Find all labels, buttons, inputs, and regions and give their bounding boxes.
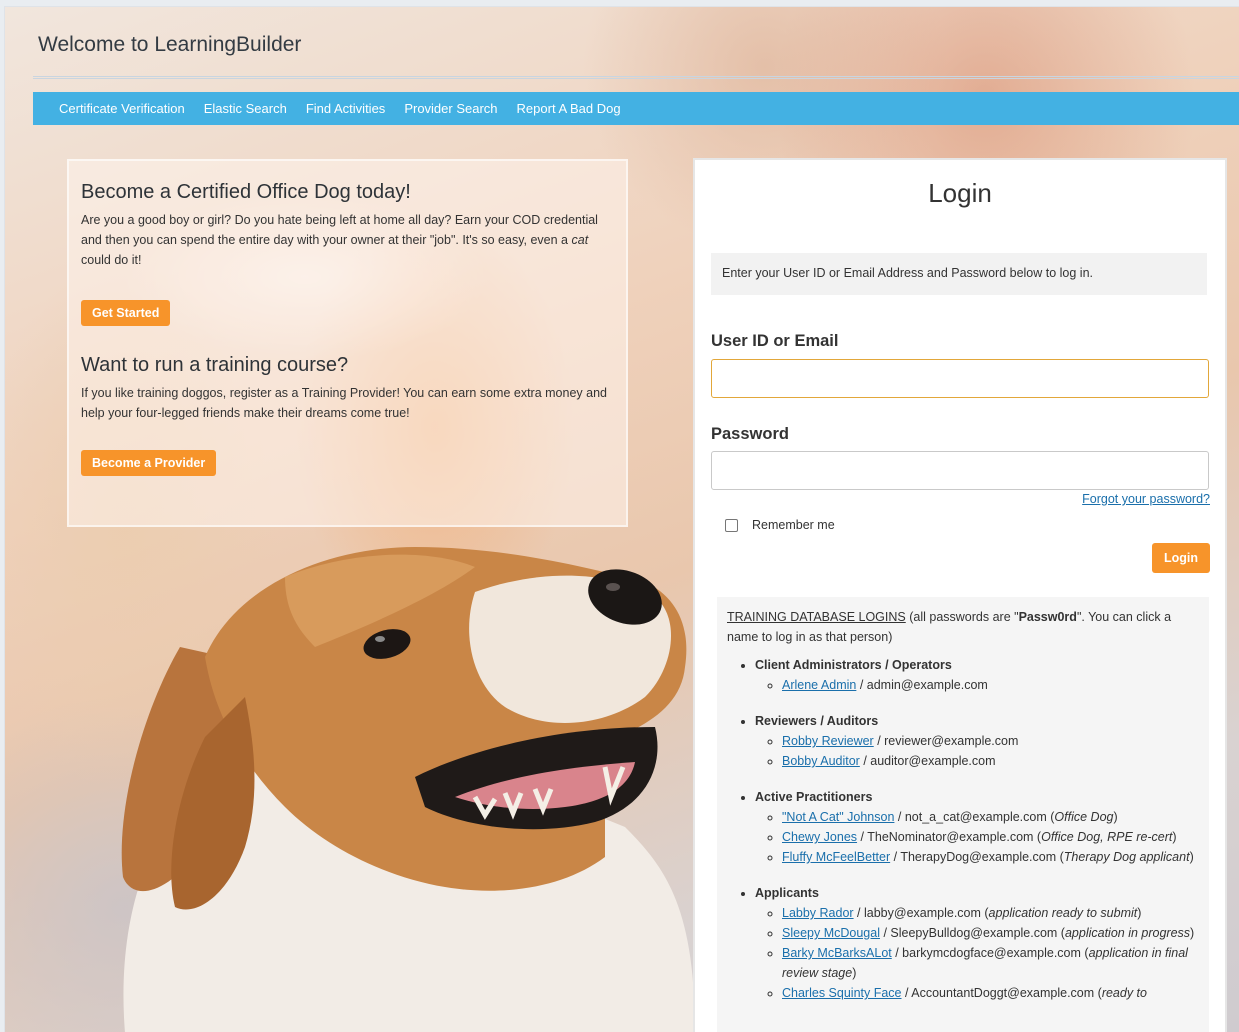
training-user-login-link[interactable]: Bobby Auditor <box>782 754 860 768</box>
training-user-login-link[interactable]: Sleepy McDougal <box>782 926 880 940</box>
training-user-item: Fluffy McFeelBetter / TherapyDog@example… <box>782 847 1199 867</box>
get-started-button[interactable]: Get Started <box>81 300 171 326</box>
training-intro: TRAINING DATABASE LOGINS (all passwords … <box>727 607 1199 647</box>
promo-heading-certified: Become a Certified Office Dog today! <box>81 181 411 203</box>
training-user-list: Robby Reviewer / reviewer@example.comBob… <box>755 731 1199 771</box>
training-heading: TRAINING DATABASE LOGINS <box>727 610 906 624</box>
login-panel: Login Enter your User ID or Email Addres… <box>693 158 1227 1032</box>
login-instructions: Enter your User ID or Email Address and … <box>711 253 1207 295</box>
training-user-email: / TheNominator@example.com ( <box>857 830 1042 844</box>
training-user-item: "Not A Cat" Johnson / not_a_cat@example.… <box>782 807 1199 827</box>
training-user-note: Office Dog <box>1054 810 1114 824</box>
training-user-item: Labby Rador / labby@example.com (applica… <box>782 903 1199 923</box>
training-user-note-close: ) <box>1190 926 1195 940</box>
training-user-email: / admin@example.com <box>856 678 988 692</box>
training-user-login-link[interactable]: Robby Reviewer <box>782 734 874 748</box>
training-user-note-close: ) <box>1137 906 1142 920</box>
training-user-item: Barky McBarksALot / barkymcdogface@examp… <box>782 943 1199 983</box>
page: Welcome to LearningBuilder Certificate V… <box>4 6 1239 1032</box>
promo-heading-provider: Want to run a training course? <box>81 354 349 376</box>
training-user-item: Bobby Auditor / auditor@example.com <box>782 751 1199 771</box>
user-id-input[interactable] <box>711 359 1209 398</box>
training-user-email: / AccountantDoggt@example.com ( <box>901 986 1102 1000</box>
promo-text-italic: cat <box>571 233 589 247</box>
training-user-login-link[interactable]: Fluffy McFeelBetter <box>782 850 890 864</box>
promo-text: Are you a good boy or girl? Do you hate … <box>81 213 598 247</box>
training-user-email: / labby@example.com ( <box>853 906 989 920</box>
nav-report-a-bad-dog[interactable]: Report A Bad Dog <box>517 101 621 116</box>
training-user-item: Sleepy McDougal / SleepyBulldog@example.… <box>782 923 1199 943</box>
remember-me-checkbox[interactable] <box>725 518 738 532</box>
training-user-email: / auditor@example.com <box>859 754 996 768</box>
training-user-note-close: ) <box>1172 830 1177 844</box>
login-title: Login <box>928 178 992 208</box>
nav-elastic-search[interactable]: Elastic Search <box>204 101 287 116</box>
training-user-email: / not_a_cat@example.com ( <box>894 810 1055 824</box>
training-user-login-link[interactable]: Labby Rador <box>782 906 854 920</box>
nav-find-activities[interactable]: Find Activities <box>306 101 385 116</box>
training-user-note-close: ) <box>1113 810 1118 824</box>
page-title: Welcome to LearningBuilder <box>38 33 302 56</box>
training-user-login-link[interactable]: Arlene Admin <box>782 678 856 692</box>
training-group: Active Practitioners "Not A Cat" Johnson … <box>755 787 1199 867</box>
training-user-login-link[interactable]: Charles Squinty Face <box>782 986 902 1000</box>
promo-text: could do it! <box>81 253 142 267</box>
training-user-note-close: ) <box>852 966 857 980</box>
header-divider <box>33 76 1239 79</box>
training-user-item: Charles Squinty Face / AccountantDoggt@e… <box>782 983 1199 1003</box>
main-navbar: Certificate Verification Elastic Search … <box>33 92 1239 125</box>
promo-provider-section: Want to run a training course? If you li… <box>81 354 614 476</box>
login-button[interactable]: Login <box>1151 543 1210 573</box>
training-user-email: / barkymcdogface@example.com ( <box>891 946 1089 960</box>
become-provider-button[interactable]: Become a Provider <box>81 450 217 476</box>
training-group-title: Active Practitioners <box>755 790 873 804</box>
training-user-login-link[interactable]: Barky McBarksALot <box>782 946 892 960</box>
password-input[interactable] <box>711 451 1209 490</box>
training-user-email: / SleepyBulldog@example.com ( <box>879 926 1065 940</box>
promo-panel: Become a Certified Office Dog today! Are… <box>67 159 628 527</box>
remember-me: Remember me <box>725 518 835 532</box>
nav-certificate-verification[interactable]: Certificate Verification <box>59 101 185 116</box>
training-group-title: Reviewers / Auditors <box>755 714 879 728</box>
promo-paragraph-certified: Are you a good boy or girl? Do you hate … <box>81 210 614 270</box>
training-user-login-link[interactable]: Chewy Jones <box>782 830 857 844</box>
forgot-password-link[interactable]: Forgot your password? <box>1082 492 1210 506</box>
training-user-login-link[interactable]: "Not A Cat" Johnson <box>782 810 894 824</box>
training-user-note: Office Dog, RPE re-cert <box>1041 830 1173 844</box>
training-user-item: Chewy Jones / TheNominator@example.com (… <box>782 827 1199 847</box>
training-group: Client Administrators / Operators Arlene … <box>755 655 1199 695</box>
training-group: Reviewers / Auditors Robby Reviewer / rev… <box>755 711 1199 771</box>
password-label: Password <box>711 425 789 443</box>
training-group-title: Applicants <box>755 886 819 900</box>
training-intro-text: (all passwords are " <box>905 610 1019 624</box>
training-user-list: Labby Rador / labby@example.com (applica… <box>755 903 1199 1003</box>
training-group: Applicants Labby Rador / labby@example.co… <box>755 883 1199 1003</box>
training-user-email: / reviewer@example.com <box>873 734 1019 748</box>
training-password: Passw0rd <box>1018 610 1077 624</box>
training-user-email: / TherapyDog@example.com ( <box>890 850 1064 864</box>
training-user-note: application in progress <box>1064 926 1191 940</box>
training-group-title: Client Administrators / Operators <box>755 658 952 672</box>
user-id-label: User ID or Email <box>711 332 839 350</box>
remember-me-label: Remember me <box>752 518 835 532</box>
training-user-note: Therapy Dog applicant <box>1063 850 1190 864</box>
training-user-item: Robby Reviewer / reviewer@example.com <box>782 731 1199 751</box>
training-user-item: Arlene Admin / admin@example.com <box>782 675 1199 695</box>
training-groups-list: Client Administrators / Operators Arlene … <box>727 655 1199 1003</box>
training-user-list: Arlene Admin / admin@example.com <box>755 675 1199 695</box>
promo-paragraph-provider: If you like training doggos, register as… <box>81 386 607 420</box>
training-user-note-close: ) <box>1189 850 1194 864</box>
training-logins-box: TRAINING DATABASE LOGINS (all passwords … <box>717 597 1209 1032</box>
nav-provider-search[interactable]: Provider Search <box>404 101 497 116</box>
training-user-note: ready to <box>1101 986 1147 1000</box>
training-user-list: "Not A Cat" Johnson / not_a_cat@example.… <box>755 807 1199 867</box>
training-user-note: application ready to submit <box>988 906 1138 920</box>
